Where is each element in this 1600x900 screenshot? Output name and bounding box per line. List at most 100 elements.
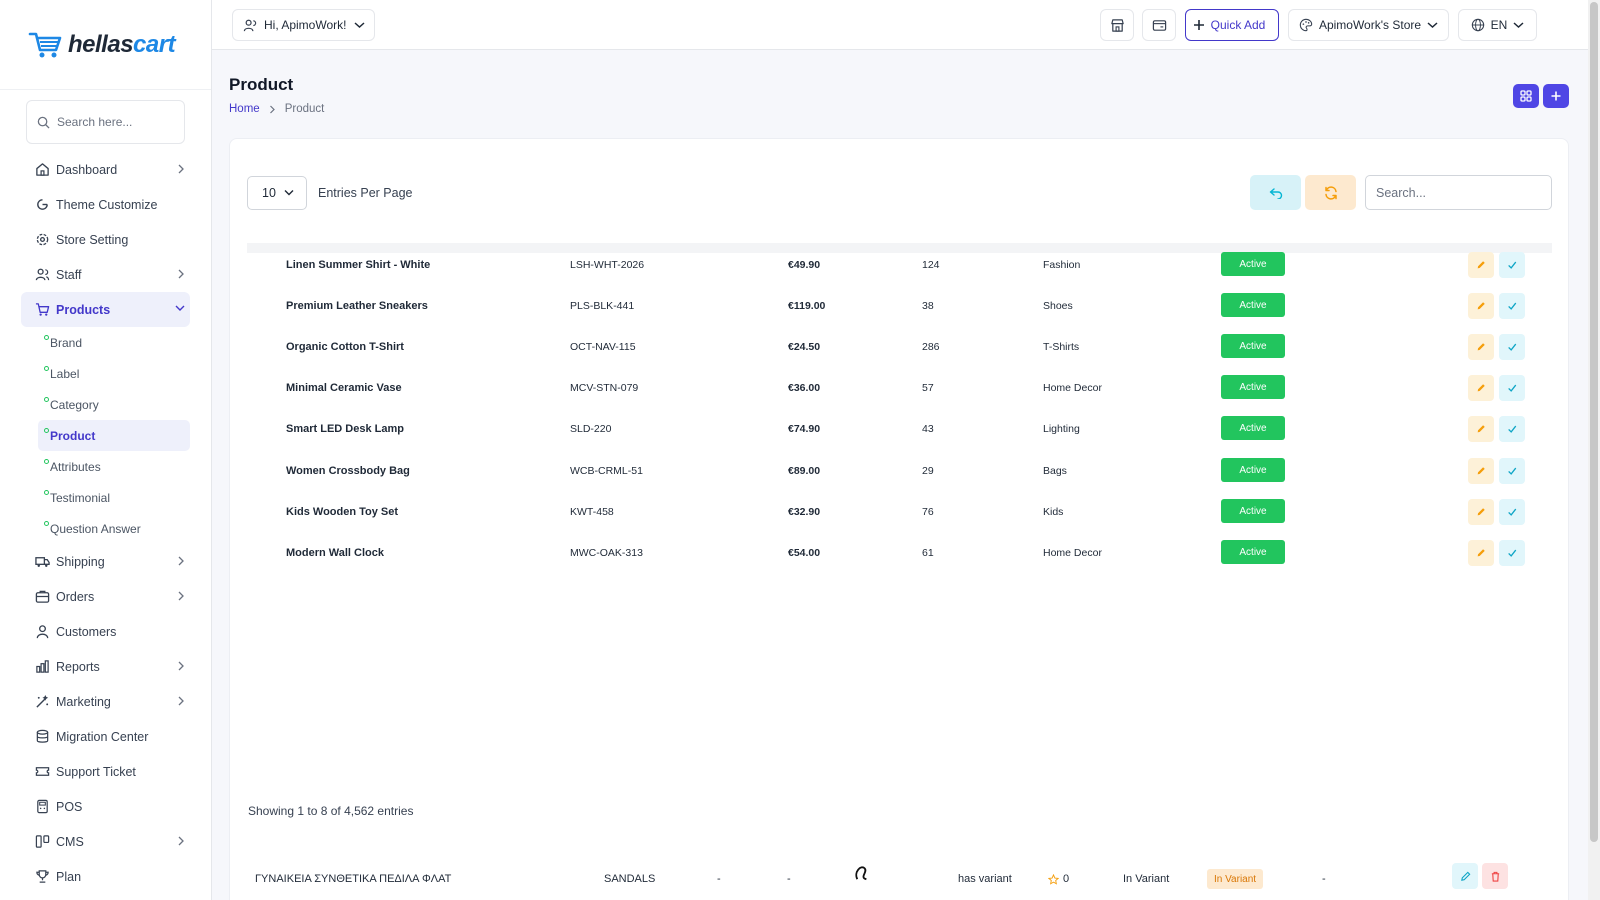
language-selector[interactable]: EN	[1458, 9, 1537, 41]
user-menu-button[interactable]: Hi, ApimoWork!	[232, 9, 375, 41]
approve-button[interactable]	[1499, 499, 1525, 525]
approve-button[interactable]	[1499, 375, 1525, 401]
sidebar-item-theme-customize[interactable]: Theme Customize	[0, 187, 211, 222]
submenu-item-label[interactable]: Label	[38, 358, 190, 389]
table-row[interactable]: Women Crossbody Bag WCB-CRML-51 €89.00 29 Ba…	[230, 456, 1570, 497]
search-icon	[37, 116, 50, 129]
approve-button[interactable]	[1499, 252, 1525, 278]
edit-button[interactable]	[1468, 252, 1494, 278]
check-icon	[1508, 467, 1517, 475]
approve-button[interactable]	[1499, 540, 1525, 566]
approve-button[interactable]	[1499, 416, 1525, 442]
sidebar-item-marketing[interactable]: Marketing	[0, 684, 211, 719]
product-price: €24.50	[788, 341, 821, 353]
in-variant-badge: In Variant	[1207, 869, 1264, 889]
plus-icon	[1551, 91, 1561, 101]
submenu-item-label: Product	[50, 428, 96, 443]
product-sku: MWC-OAK-313	[570, 547, 643, 559]
submenu-item-question-answer[interactable]: Question Answer	[38, 513, 190, 544]
table-search-input[interactable]	[1365, 175, 1552, 210]
pencil-icon	[1477, 467, 1485, 475]
sidebar-item-customers[interactable]: Customers	[0, 614, 211, 649]
entries-per-page-select[interactable]: 10	[247, 176, 307, 210]
status-badge[interactable]: Active	[1221, 540, 1285, 564]
sidebar-item-reports[interactable]: Reports	[0, 649, 211, 684]
cart-icon	[34, 302, 50, 318]
grid-view-button[interactable]	[1513, 84, 1539, 108]
sidebar-item-orders[interactable]: Orders	[0, 579, 211, 614]
approve-button[interactable]	[1499, 458, 1525, 484]
product-sku: MCV-STN-079	[570, 382, 639, 394]
edit-button[interactable]	[1468, 540, 1494, 566]
status-badge[interactable]: Active	[1221, 293, 1285, 317]
scrollbar-thumb[interactable]	[1590, 2, 1598, 842]
status-badge[interactable]: Active	[1221, 499, 1285, 523]
table-row[interactable]: Organic Cotton T-Shirt OCT-NAV-115 €24.50 2…	[230, 332, 1570, 373]
table-row[interactable]: Premium Leather Sneakers PLS-BLK-441 €119.…	[230, 291, 1570, 332]
reset-button[interactable]	[1250, 175, 1301, 210]
submenu-item-testimonial[interactable]: Testimonial	[38, 482, 190, 513]
grid-icon	[1520, 90, 1532, 102]
quick-add-label: Quick Add	[1210, 18, 1266, 32]
check-icon	[1508, 384, 1517, 392]
submenu-item-brand[interactable]: Brand	[38, 327, 190, 358]
table-row[interactable]: Minimal Ceramic Vase MCV-STN-079 €36.00 57 H…	[230, 373, 1570, 414]
edit-button[interactable]	[1452, 863, 1478, 889]
store-front-button[interactable]	[1100, 9, 1134, 41]
sidebar-item-label: Reports	[56, 659, 100, 674]
edit-button[interactable]	[1468, 499, 1494, 525]
sidebar-search-input[interactable]: Search here...	[26, 100, 185, 144]
ghost-row-variant: has variant	[958, 873, 1012, 885]
chevron-right-icon	[178, 269, 184, 279]
sidebar-item-cms[interactable]: CMS	[0, 824, 211, 859]
submenu-item-category[interactable]: Category	[38, 389, 190, 420]
product-category: Home Decor	[1043, 547, 1102, 559]
sidebar-item-dashboard[interactable]: Dashboard	[0, 152, 211, 187]
approve-button[interactable]	[1499, 334, 1525, 360]
submenu-item-label: Question Answer	[50, 521, 141, 536]
sidebar-item-shipping[interactable]: Shipping	[0, 544, 211, 579]
table-row[interactable]: Smart LED Desk Lamp SLD-220 €74.90 43 Lighti…	[230, 414, 1570, 455]
ghost-row-stock-type: In Variant	[1123, 873, 1170, 885]
edit-button[interactable]	[1468, 334, 1494, 360]
refresh-button[interactable]	[1305, 175, 1356, 210]
product-sku: LSH-WHT-2026	[570, 259, 645, 271]
quick-add-button[interactable]: Quick Add	[1185, 9, 1279, 41]
sidebar-item-staff[interactable]: Staff	[0, 257, 211, 292]
edit-button[interactable]	[1468, 375, 1494, 401]
table-row[interactable]: Modern Wall Clock MWC-OAK-313 €54.00 61 Home…	[230, 538, 1570, 579]
sidebar-item-pos[interactable]: POS	[0, 789, 211, 824]
add-product-button[interactable]	[1543, 84, 1569, 108]
sidebar-item-plan[interactable]: Plan	[0, 859, 211, 894]
sidebar-item-label: Theme Customize	[56, 197, 158, 212]
bullet-icon	[44, 335, 49, 340]
sidebar-item-support-ticket[interactable]: Support Ticket	[0, 754, 211, 789]
logo[interactable]: hellascart	[0, 0, 211, 90]
product-category: Fashion	[1043, 259, 1081, 271]
delete-button[interactable]	[1482, 863, 1508, 889]
status-badge[interactable]: Active	[1221, 334, 1285, 358]
status-badge[interactable]: Active	[1221, 375, 1285, 399]
breadcrumb-home-link[interactable]: Home	[229, 103, 260, 115]
submenu-item-product[interactable]: Product	[38, 420, 190, 451]
ticket-icon	[34, 764, 50, 780]
pos-screen-button[interactable]	[1142, 9, 1176, 41]
check-icon	[1508, 508, 1517, 516]
product-price: €89.00	[788, 465, 821, 477]
sidebar-item-products[interactable]: Products	[21, 292, 190, 327]
sidebar-item-store-setting[interactable]: Store Setting	[0, 222, 211, 257]
status-badge[interactable]: Active	[1221, 252, 1285, 276]
approve-button[interactable]	[1499, 293, 1525, 319]
sidebar-item-migration-center[interactable]: Migration Center	[0, 719, 211, 754]
status-badge[interactable]: Active	[1221, 416, 1285, 440]
status-badge[interactable]: Active	[1221, 458, 1285, 482]
page-scrollbar[interactable]	[1588, 0, 1600, 900]
store-selector[interactable]: ApimoWork's Store	[1288, 9, 1449, 41]
edit-button[interactable]	[1468, 458, 1494, 484]
table-row[interactable]: Kids Wooden Toy Set KWT-458 €32.90 76 Kids Ac…	[230, 497, 1570, 538]
table-row[interactable]: Linen Summer Shirt - White LSH-WHT-2026 €4…	[230, 250, 1570, 291]
edit-button[interactable]	[1468, 416, 1494, 442]
submenu-item-attributes[interactable]: Attributes	[38, 451, 190, 482]
plus-icon	[1193, 20, 1204, 30]
edit-button[interactable]	[1468, 293, 1494, 319]
